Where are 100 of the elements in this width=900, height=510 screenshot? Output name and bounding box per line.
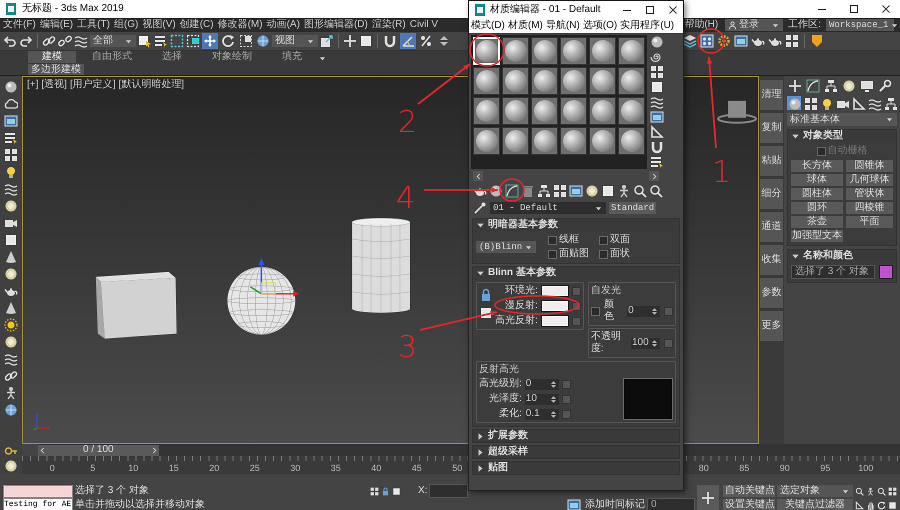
window-icon[interactable]: [4, 114, 18, 128]
material-slot[interactable]: [560, 97, 587, 125]
side-tab[interactable]: 粘贴: [760, 146, 783, 176]
menu-item[interactable]: 导航(N): [546, 20, 580, 32]
material-slot[interactable]: [531, 67, 558, 95]
x-coordinate-field[interactable]: [429, 484, 468, 498]
material-slot[interactable]: [560, 127, 587, 155]
figure-icon[interactable]: [617, 184, 631, 198]
cone-icon[interactable]: [4, 301, 18, 315]
list-icon[interactable]: [154, 34, 168, 48]
viewport-menu-label[interactable]: [默认明暗处理]: [118, 79, 184, 91]
four-squares-category-button[interactable]: [803, 96, 817, 110]
object-type-button[interactable]: 圆锥体: [846, 160, 893, 172]
category-dropdown[interactable]: 标准基本体: [787, 113, 897, 126]
color-swatch[interactable]: [540, 285, 569, 297]
script-input-field[interactable]: [3, 484, 73, 498]
square-icon[interactable]: [601, 184, 615, 198]
workspace-dropdown[interactable]: Workspace_1: [826, 19, 894, 31]
material-name-dropdown[interactable]: 01 - Default: [490, 202, 606, 214]
shield-icon[interactable]: [810, 34, 824, 48]
material-slot[interactable]: [560, 67, 587, 95]
material-slot[interactable]: [502, 97, 529, 125]
menu-item[interactable]: 材质(M): [508, 20, 543, 32]
menu-item[interactable]: 渲染(R): [372, 19, 406, 31]
material-slot[interactable]: [560, 37, 587, 65]
material-slot[interactable]: [531, 127, 558, 155]
menu-item[interactable]: 选项(O): [582, 20, 618, 32]
material-slot[interactable]: [502, 127, 529, 155]
unlink-icon[interactable]: [58, 34, 72, 48]
material-editor-icon[interactable]: [700, 34, 714, 48]
magnifier-icon[interactable]: [633, 184, 647, 198]
object-name-field[interactable]: 选择了 3 个 对象: [791, 265, 875, 279]
key-mode-dropdown[interactable]: 选定对象: [777, 485, 853, 497]
figure-icon[interactable]: [4, 386, 18, 400]
maximize-icon[interactable]: [847, 2, 861, 16]
checkbox[interactable]: [590, 306, 600, 316]
object-type-button[interactable]: 茶壶: [791, 216, 843, 228]
menu-item[interactable]: 实用程序(U): [620, 20, 674, 32]
wave-lines-icon[interactable]: [4, 182, 18, 196]
list-icon[interactable]: [4, 131, 18, 145]
window-icon[interactable]: [650, 110, 664, 124]
material-slot[interactable]: [618, 37, 645, 65]
lock-icon[interactable]: [479, 288, 493, 302]
side-tab[interactable]: 复制: [760, 113, 783, 143]
wave-lines-icon[interactable]: [4, 352, 18, 366]
magnifier-icon[interactable]: [877, 486, 886, 496]
monitor-icon[interactable]: [860, 79, 874, 93]
color-swatch[interactable]: [540, 315, 569, 327]
spinner-field[interactable]: 0: [627, 306, 660, 316]
plus-icon[interactable]: [788, 79, 802, 93]
lock-icon[interactable]: [381, 486, 390, 496]
magnifier-icon[interactable]: [855, 486, 864, 496]
key-filters-button[interactable]: 关键点过滤器: [777, 499, 853, 510]
scale-tool-button[interactable]: [238, 33, 254, 49]
angle-toggle-button[interactable]: [400, 33, 416, 49]
object-type-button[interactable]: 几何球体: [846, 174, 893, 186]
viewport-menu-label[interactable]: [+]: [27, 79, 38, 91]
object-type-button[interactable]: 球体: [791, 174, 843, 186]
eyedropper-icon[interactable]: [473, 201, 487, 215]
sign-in-dropdown[interactable]: 登录: [725, 19, 784, 31]
wrench-icon[interactable]: [878, 79, 892, 93]
ribbon-tab[interactable]: 建模: [28, 51, 76, 63]
window-icon[interactable]: [734, 34, 748, 48]
checkbox[interactable]: [599, 236, 608, 244]
list-icon[interactable]: [650, 155, 664, 169]
scroll-left-button[interactable]: [473, 171, 483, 181]
select-icon[interactable]: [138, 34, 152, 48]
object-type-button[interactable]: 平面: [846, 216, 893, 228]
sun-icon[interactable]: [4, 318, 18, 332]
coordinate-system-dropdown[interactable]: 视图: [272, 35, 318, 47]
rotate-icon[interactable]: [877, 500, 886, 510]
hierarchy-icon[interactable]: [537, 184, 551, 198]
hierarchy-category-button[interactable]: [883, 96, 897, 110]
add-key-button[interactable]: [697, 485, 719, 510]
material-slot[interactable]: [589, 97, 616, 125]
disc-icon[interactable]: [4, 459, 18, 473]
material-slot[interactable]: [589, 127, 616, 155]
four-squares-icon[interactable]: [4, 148, 18, 162]
material-slot[interactable]: [618, 127, 645, 155]
sphere-icon[interactable]: [650, 35, 664, 49]
spinner-field[interactable]: 0: [524, 378, 559, 390]
color-swatch[interactable]: [540, 300, 569, 312]
menu-item[interactable]: 创建(C): [180, 19, 214, 31]
shader-dropdown[interactable]: (B)Blinn: [476, 241, 536, 253]
plus-icon[interactable]: [343, 34, 357, 48]
menu-item[interactable]: 组(G): [114, 19, 138, 31]
square-icon[interactable]: [650, 80, 664, 94]
disc-icon[interactable]: [4, 199, 18, 213]
four-squares-icon[interactable]: [650, 65, 664, 79]
square-icon[interactable]: [888, 500, 897, 510]
material-slot[interactable]: [589, 37, 616, 65]
cloud-icon[interactable]: [4, 97, 18, 111]
menu-item[interactable]: 工具(T): [77, 19, 110, 31]
square-icon[interactable]: [392, 486, 401, 496]
square-icon[interactable]: [359, 34, 373, 48]
object-type-button[interactable]: 四棱锥: [846, 202, 893, 214]
menu-item[interactable]: 视图(V): [142, 19, 176, 31]
disc-icon[interactable]: [842, 79, 856, 93]
gear-icon[interactable]: [717, 34, 731, 48]
material-slot[interactable]: [502, 67, 529, 95]
